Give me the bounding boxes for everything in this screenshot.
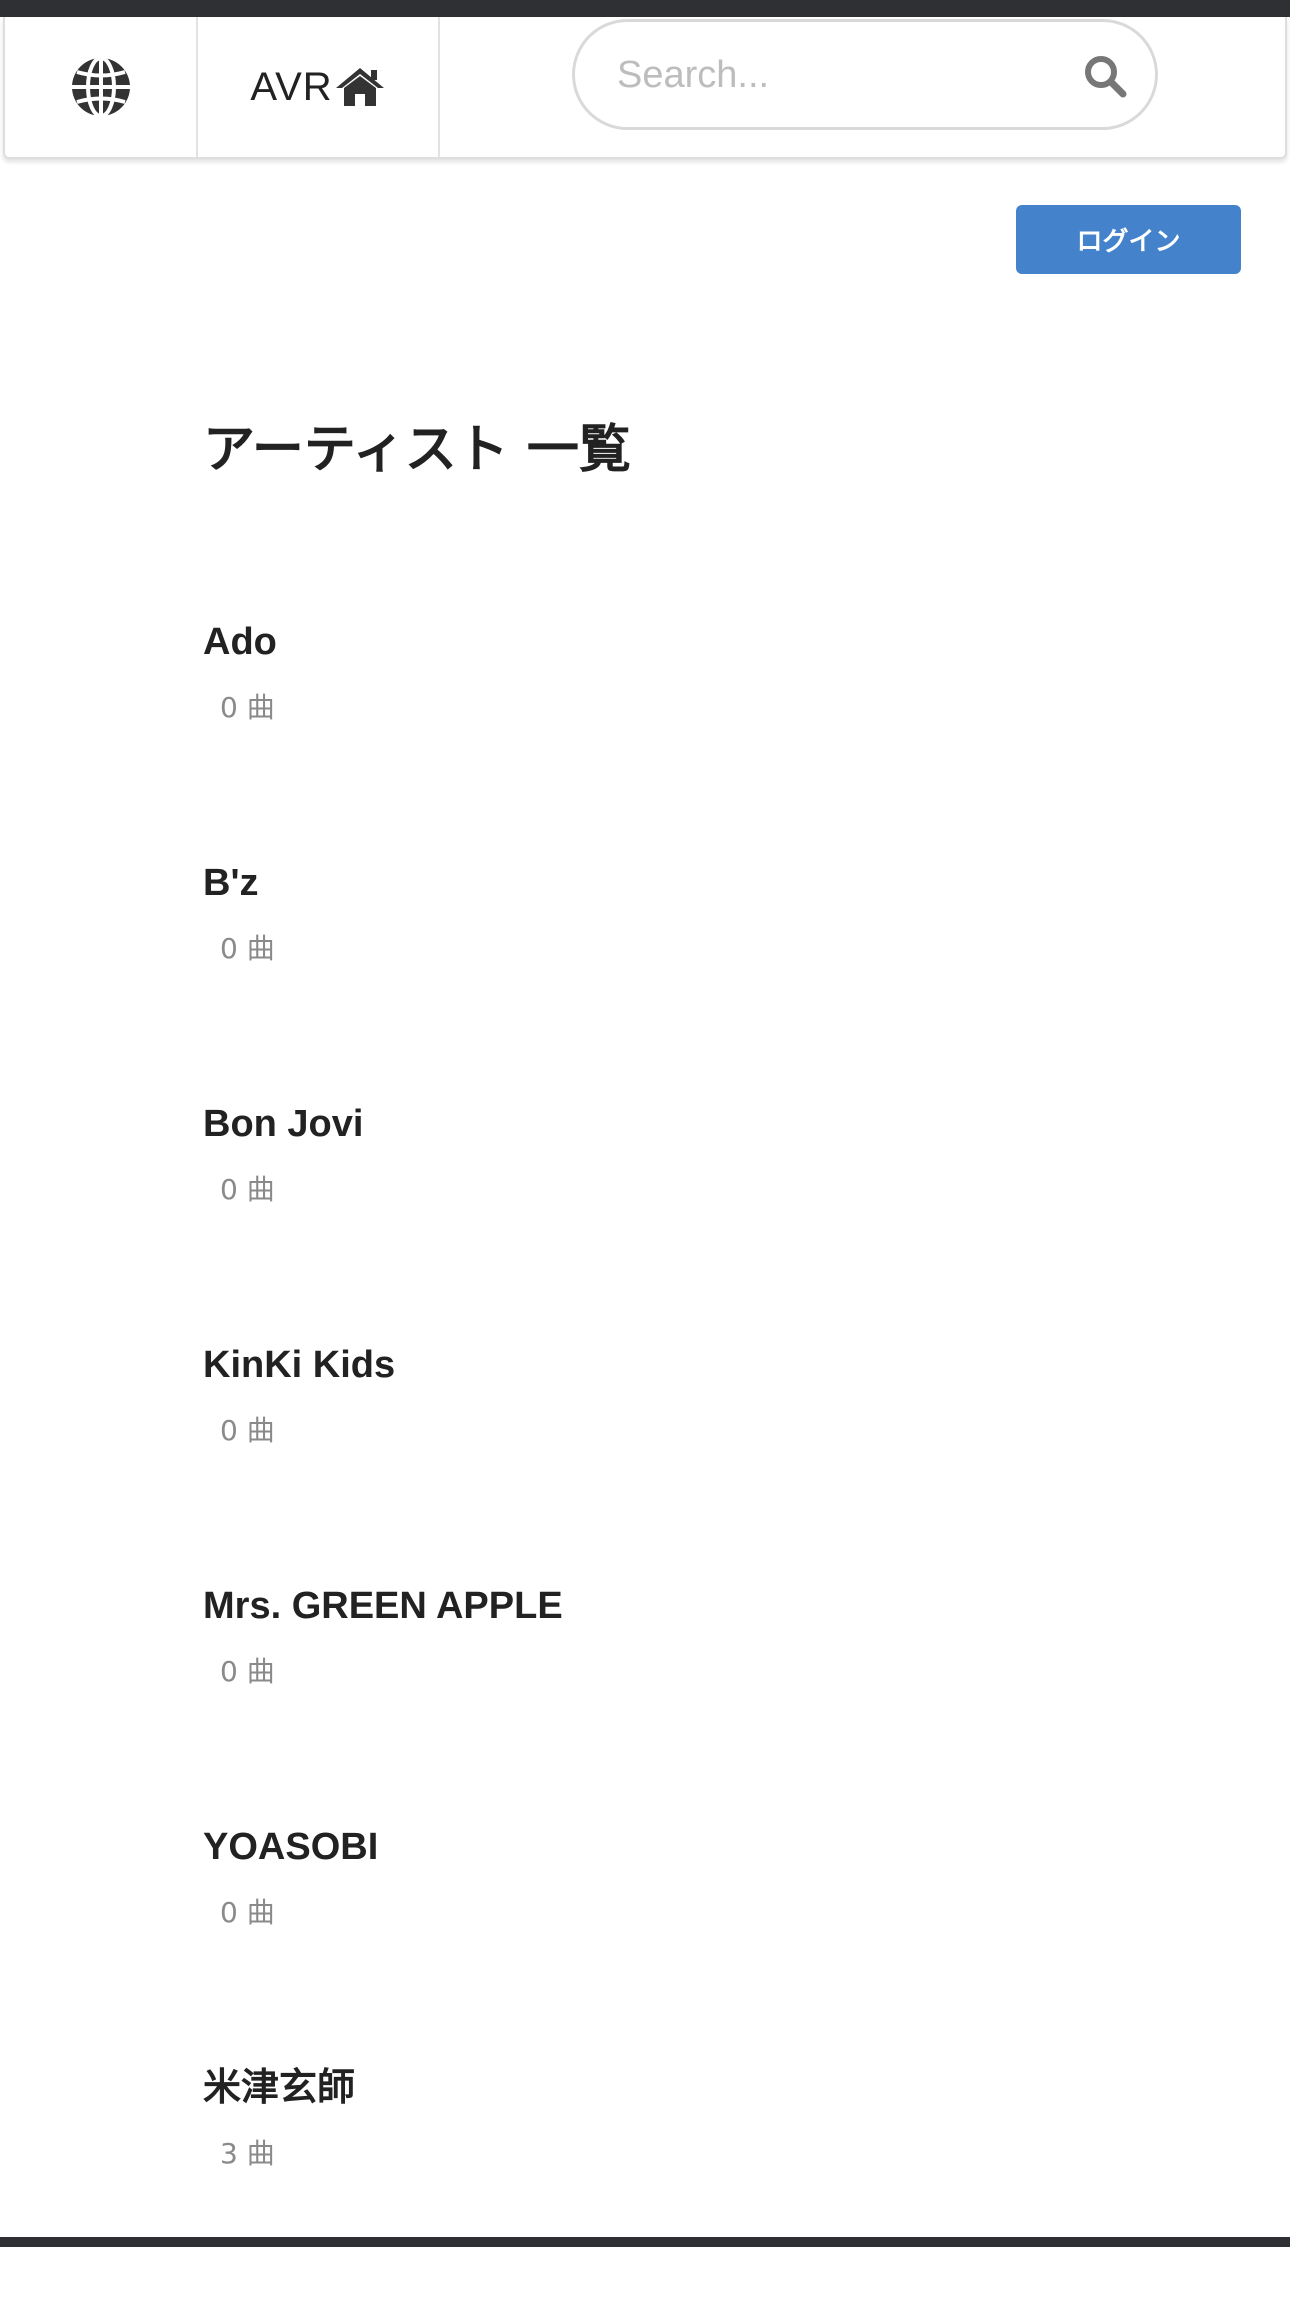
globe-icon: [71, 56, 130, 118]
search-input[interactable]: [615, 22, 1059, 129]
artist-name-link[interactable]: 米津玄師: [203, 2058, 1103, 2118]
bottom-strip: [0, 2237, 1290, 2247]
home-icon: [335, 68, 384, 106]
artist-item: Ado 0 曲: [203, 612, 1103, 853]
artist-item: Mrs. GREEN APPLE 0 曲: [203, 1576, 1103, 1817]
artist-item: B'z 0 曲: [203, 853, 1103, 1094]
artist-item: YOASOBI 0 曲: [203, 1817, 1103, 2058]
artist-item: 米津玄師 3 曲: [203, 2058, 1103, 2299]
artist-name-link[interactable]: Bon Jovi: [203, 1094, 1103, 1154]
song-count: 0 曲: [220, 932, 275, 965]
song-count: 0 曲: [220, 1896, 275, 1929]
navbar: AVR: [3, 17, 1287, 159]
artist-item: KinKi Kids 0 曲: [203, 1335, 1103, 1576]
home-link[interactable]: AVR: [198, 17, 440, 157]
song-count: 0 曲: [220, 1414, 275, 1447]
artist-name-link[interactable]: Ado: [203, 612, 1103, 672]
artist-name-link[interactable]: B'z: [203, 853, 1103, 913]
song-count: 0 曲: [220, 1173, 275, 1206]
page-title: アーティスト 一覧: [203, 420, 631, 480]
song-count: 0 曲: [220, 1655, 275, 1688]
search-box: [572, 19, 1158, 130]
top-status-strip: [0, 0, 1290, 17]
artist-item: Bon Jovi 0 曲: [203, 1094, 1103, 1335]
language-button[interactable]: [5, 17, 198, 157]
artist-name-link[interactable]: Mrs. GREEN APPLE: [203, 1576, 1103, 1636]
login-button[interactable]: ログイン: [1016, 205, 1241, 274]
search-icon[interactable]: [1083, 54, 1127, 98]
song-count: 0 曲: [220, 691, 275, 724]
artist-name-link[interactable]: YOASOBI: [203, 1817, 1103, 1877]
song-count: 3 曲: [220, 2137, 275, 2170]
artist-list: Ado 0 曲 B'z 0 曲 Bon Jovi 0 曲 KinKi Kids …: [203, 612, 1103, 2299]
artist-name-link[interactable]: KinKi Kids: [203, 1335, 1103, 1395]
brand-label: AVR: [250, 64, 333, 109]
